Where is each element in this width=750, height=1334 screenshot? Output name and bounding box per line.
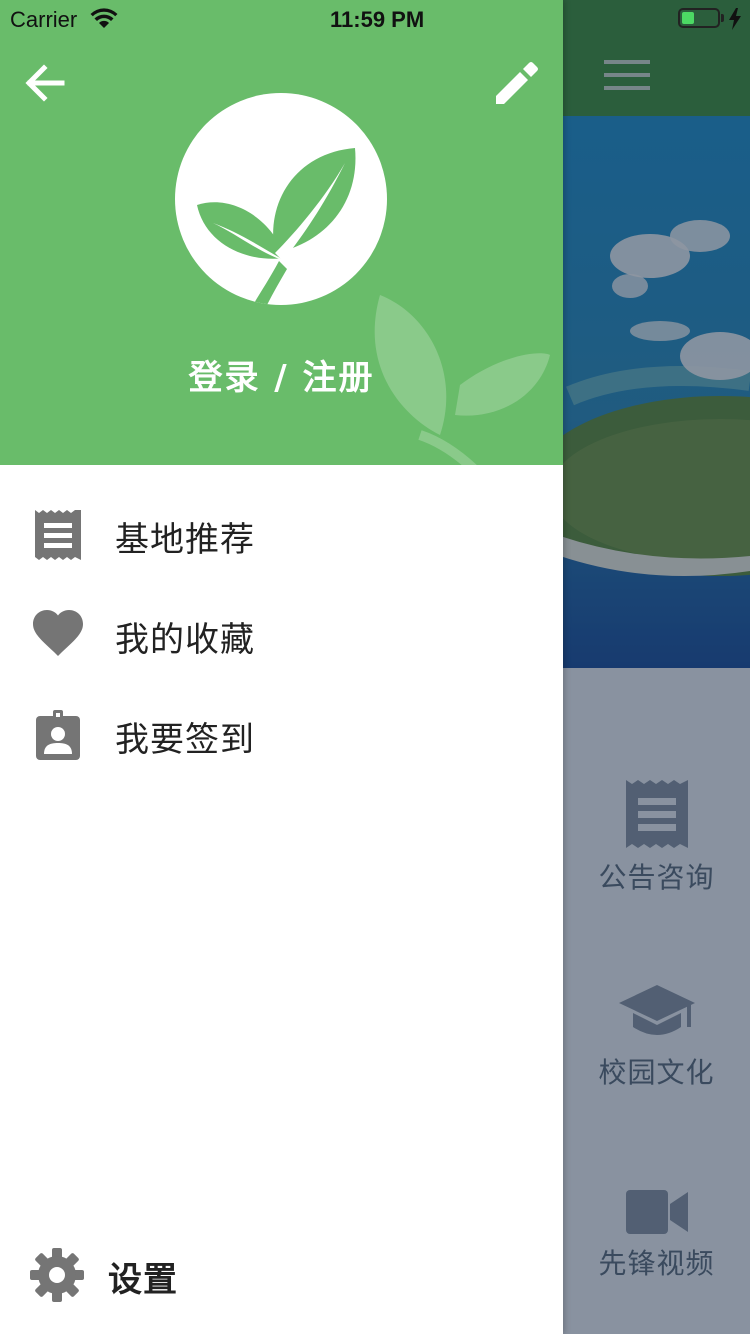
menu-item-check-in[interactable]: 我要签到	[0, 690, 563, 780]
settings-label: 设置	[108, 1260, 178, 1300]
menu-item-label: 我要签到	[115, 720, 255, 760]
carrier-label: Carrier	[10, 7, 78, 32]
menu-item-label: 我的收藏	[115, 620, 255, 660]
login-register-link[interactable]: 登录 / 注册	[0, 350, 563, 399]
battery-icon	[678, 8, 720, 28]
status-bar: Carrier 11:59 PM	[0, 0, 750, 40]
charging-bolt-icon	[728, 8, 742, 35]
drawer-header: 登录 / 注册	[0, 0, 563, 465]
wifi-icon	[90, 8, 118, 35]
avatar[interactable]	[175, 93, 387, 305]
heart-icon	[33, 610, 83, 660]
navigation-drawer: 登录 / 注册 基地推荐 我的收藏 我要签到 设置	[0, 0, 563, 1334]
menu-item-base-recommend[interactable]: 基地推荐	[0, 490, 563, 580]
battery-tip	[721, 14, 724, 22]
settings-item[interactable]: 设置	[0, 1230, 563, 1320]
menu-item-favorites[interactable]: 我的收藏	[0, 590, 563, 680]
gear-icon	[30, 1248, 84, 1306]
checkin-badge-icon	[33, 710, 83, 760]
clock: 11:59 PM	[330, 7, 425, 32]
receipt-icon	[33, 510, 83, 560]
menu-item-label: 基地推荐	[115, 520, 255, 560]
back-arrow-icon[interactable]	[18, 56, 72, 110]
edit-pencil-icon[interactable]	[490, 56, 544, 110]
